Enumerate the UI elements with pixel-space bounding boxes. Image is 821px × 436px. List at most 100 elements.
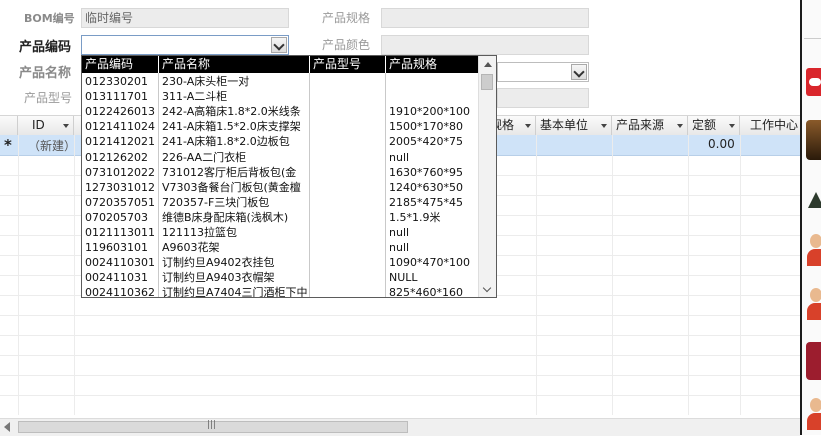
grid-line xyxy=(0,375,800,376)
product-code-combo[interactable] xyxy=(81,35,289,55)
product-spec-label: 产品规格 xyxy=(322,11,371,25)
row-selector-header xyxy=(0,116,18,135)
col-base-unit[interactable]: 基本单位 xyxy=(536,116,612,135)
scroll-thumb[interactable]: ||| xyxy=(18,420,408,433)
avatar-head xyxy=(810,398,821,412)
dropdown-list-item[interactable]: 0121411024 241-A床箱1.5*2.0床支撑架 1500*170*80 xyxy=(82,119,479,134)
grid-horizontal-scrollbar[interactable]: ||| xyxy=(0,418,800,436)
filter-dropdown-icon[interactable] xyxy=(63,124,69,128)
app-icon-detail xyxy=(809,78,821,86)
product-code-dropdown-list[interactable]: 产品编码 产品名称 产品型号 产品规格 012330201 230-A床头柜一对 0… xyxy=(81,55,497,298)
dropdown-list-item[interactable]: 0024110362 订制约旦A7404三门酒柜下中 825*460*160 xyxy=(82,285,479,298)
col-product-source[interactable]: 产品来源 xyxy=(612,116,688,135)
dropdown-list-item[interactable]: 070205703 维德B床身配床箱(浅枫木) 1.5*1.9米 xyxy=(82,210,479,225)
user-avatar-icon[interactable] xyxy=(806,396,821,432)
grid-line xyxy=(0,335,800,336)
user-avatar-icon[interactable] xyxy=(806,232,821,268)
mountain-icon[interactable] xyxy=(806,184,821,210)
grid-line xyxy=(688,135,689,415)
scroll-down-button[interactable] xyxy=(480,281,494,296)
cell-code: 012126202 xyxy=(85,150,148,164)
dropdown-col-name: 产品名称 xyxy=(159,56,310,73)
cell-name: 订制约旦A7404三门酒柜下中 xyxy=(162,286,308,298)
product-code-dropdown-button[interactable] xyxy=(271,37,287,53)
cell-name: V7303备餐台门板包(黄金檀 xyxy=(162,180,301,194)
col-id[interactable]: ID xyxy=(18,116,74,135)
cell-code: 119603101 xyxy=(85,241,148,255)
product-name-dropdown-button[interactable] xyxy=(571,64,587,80)
grid-line xyxy=(74,135,75,415)
filter-dropdown-icon[interactable] xyxy=(729,124,735,128)
right-sidebar-strip xyxy=(800,0,821,435)
dropdown-vertical-scrollbar[interactable] xyxy=(478,56,496,297)
cell-name: 311-A二斗柜 xyxy=(162,90,228,104)
cell-spec: 825*460*160 xyxy=(389,286,463,298)
cell-code: 0121411024 xyxy=(85,120,155,134)
scroll-up-button[interactable] xyxy=(480,56,494,71)
bom-number-field[interactable]: 临时编号 xyxy=(81,8,289,28)
scroll-thumb[interactable] xyxy=(481,74,493,90)
dropdown-col-model: 产品型号 xyxy=(310,56,386,73)
dropdown-list-item[interactable]: 013111701 311-A二斗柜 xyxy=(82,89,479,104)
cell-code: 0122426013 xyxy=(85,105,155,119)
cell-name: 121113拉篮包 xyxy=(162,226,237,239)
product-model-field-tail[interactable] xyxy=(497,88,589,108)
col-work-center[interactable]: 工作中心 xyxy=(740,116,800,135)
dropdown-list-item[interactable]: 012126202 226-AA二门衣柜 null xyxy=(82,150,479,165)
avatar-head xyxy=(810,288,821,302)
cell-spec: 1630*760*95 xyxy=(389,165,463,179)
chevron-down-icon xyxy=(482,283,492,293)
dropdown-list-item[interactable]: 0731012022 731012客厅柜后背板包(金 1630*760*95 xyxy=(82,165,479,180)
cell-spec: 2005*420*75 xyxy=(389,135,463,149)
cell-code: 0731012022 xyxy=(85,165,155,179)
product-color-label: 产品颜色 xyxy=(322,38,371,52)
cell-name: 241-A床箱1.8*2.0边板包 xyxy=(162,135,290,149)
dropdown-col-code: 产品编码 xyxy=(82,56,159,73)
dropdown-list-item[interactable]: 119603101 A9603花架 null xyxy=(82,240,479,255)
dropdown-list-item[interactable]: 0720357051 720357-F三块门板包 2185*475*45 xyxy=(82,195,479,210)
book-icon[interactable] xyxy=(806,120,821,160)
filter-dropdown-icon[interactable] xyxy=(525,124,531,128)
cell-name: 维德B床身配床箱(浅枫木) xyxy=(162,210,289,224)
cell-code: 1273031012 xyxy=(85,180,155,194)
chevron-down-icon xyxy=(573,66,585,78)
grid-line xyxy=(0,395,800,396)
dropdown-list-item[interactable]: 012330201 230-A床头柜一对 xyxy=(82,74,479,89)
product-spec-field[interactable] xyxy=(381,8,589,28)
filter-dropdown-icon[interactable] xyxy=(601,124,607,128)
dropdown-list-item[interactable]: 0024110301 订制约旦A9402衣挂包 1090*470*100 xyxy=(82,255,479,270)
cell-spec: null xyxy=(389,150,410,164)
cell-spec: 1090*470*100 xyxy=(389,256,470,270)
product-code-label: 产品编码 xyxy=(19,40,72,55)
dropdown-header: 产品编码 产品名称 产品型号 产品规格 xyxy=(82,56,479,73)
product-name-label: 产品名称 xyxy=(19,66,72,81)
dropdown-list-item[interactable]: 0121113011 121113拉篮包 null xyxy=(82,225,479,240)
filter-dropdown-icon[interactable] xyxy=(677,124,683,128)
cell-name: 226-AA二门衣柜 xyxy=(162,150,247,164)
cell-name: 731012客厅柜后背板包(金 xyxy=(162,165,297,179)
cell-name: A9603花架 xyxy=(162,241,220,255)
dropdown-list-item[interactable]: 0122426013 242-A高箱床1.8*2.0米线条 1910*200*100 xyxy=(82,104,479,119)
avatar-body xyxy=(807,303,821,320)
col-quota[interactable]: 定额 xyxy=(688,116,740,135)
arrow-up-icon xyxy=(484,62,492,67)
cell-spec: null xyxy=(389,226,410,239)
product-color-field[interactable] xyxy=(381,35,589,55)
cell-code: 0024110301 xyxy=(85,256,155,270)
product-model-label: 产品型号 xyxy=(24,91,73,105)
user-avatar-icon[interactable] xyxy=(806,286,821,322)
new-row-marker: * xyxy=(4,136,12,154)
app-icon-red[interactable] xyxy=(806,68,821,96)
dropdown-list-item[interactable]: 1273031012 V7303备餐台门板包(黄金檀 1240*630*50 xyxy=(82,180,479,195)
dropdown-list-item[interactable]: 0121412021 241-A床箱1.8*2.0边板包 2005*420*75 xyxy=(82,134,479,149)
arrow-left-icon[interactable] xyxy=(4,422,10,432)
cell-code: 070205703 xyxy=(85,210,148,224)
dropdown-col-spec: 产品规格 xyxy=(389,57,438,71)
dropdown-list-item[interactable]: 002411031 订制约旦A9403衣帽架 NULL xyxy=(82,270,479,285)
product-name-combo-tail[interactable] xyxy=(497,62,589,82)
cell-code: 0024110362 xyxy=(85,286,155,298)
app-icon-maroon[interactable] xyxy=(806,342,821,380)
cell-spec: 1240*630*50 xyxy=(389,180,463,194)
cell-spec: null xyxy=(389,241,410,255)
cell-spec: NULL xyxy=(389,271,418,285)
